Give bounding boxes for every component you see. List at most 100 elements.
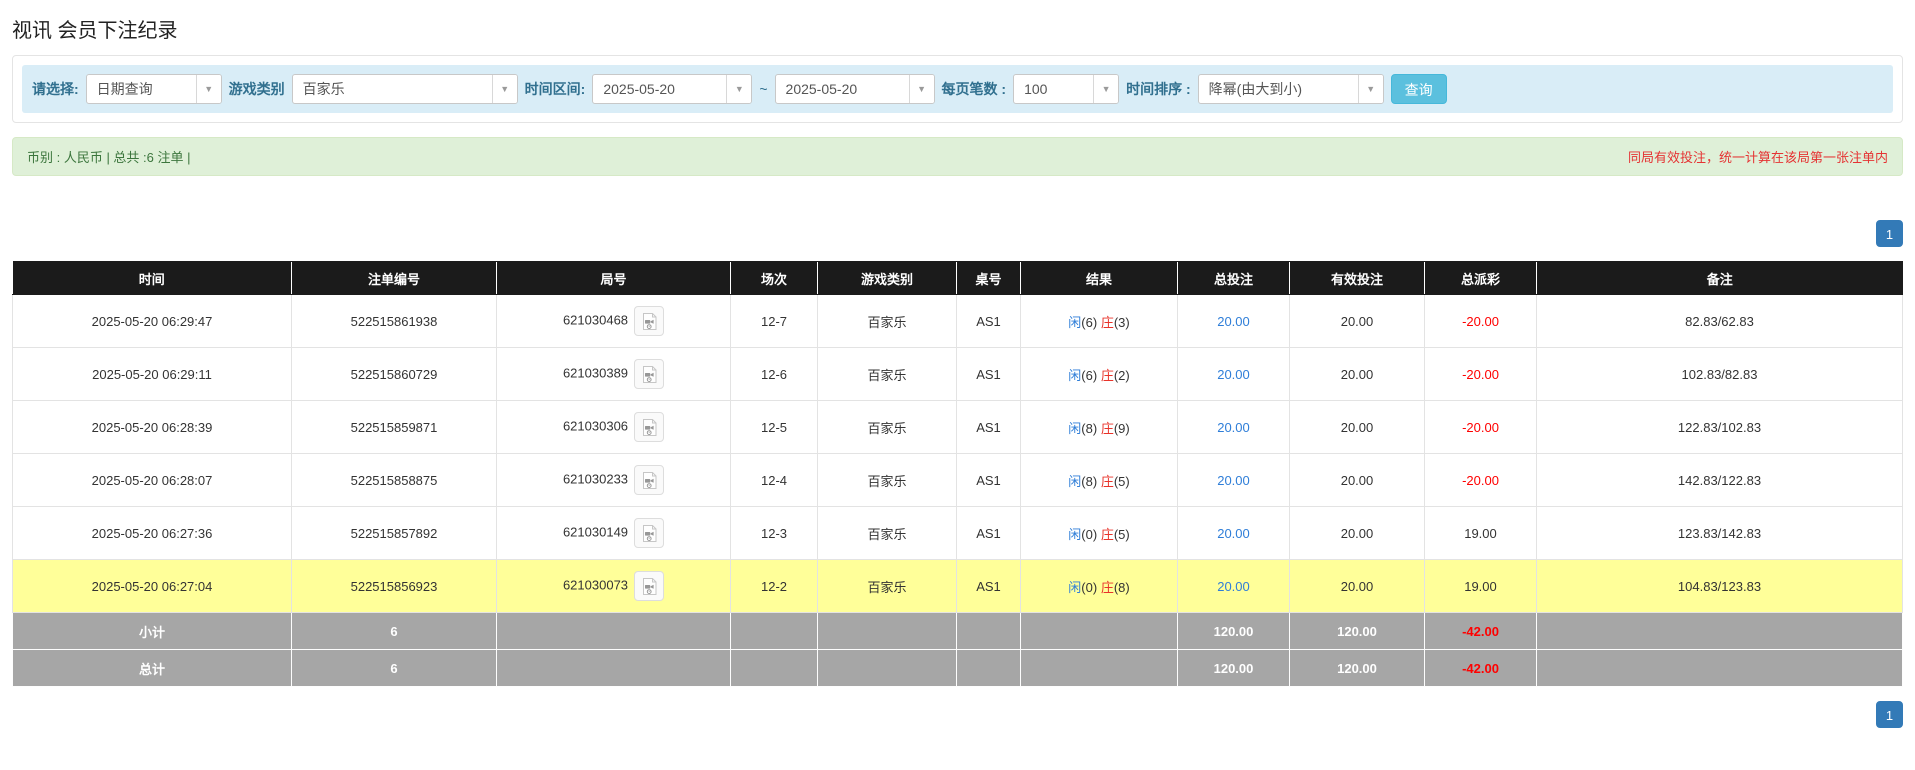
video-replay-button[interactable] bbox=[634, 306, 664, 336]
table-header-row: 时间 注单编号 局号 场次 游戏类别 桌号 结果 总投注 有效投注 总派彩 备注 bbox=[13, 262, 1903, 295]
header-table-no: 桌号 bbox=[957, 262, 1021, 295]
subtotal-label: 小计 bbox=[13, 613, 292, 650]
result-player: 闲 bbox=[1068, 474, 1081, 489]
cell-result: 闲(6) 庄(2) bbox=[1021, 348, 1178, 401]
cell-valid-bet: 20.00 bbox=[1290, 348, 1425, 401]
cell-round-id: 621030306 bbox=[497, 401, 731, 454]
subtotal-count: 6 bbox=[292, 613, 497, 650]
total-bet-link[interactable]: 20.00 bbox=[1217, 473, 1250, 488]
grand-total-label: 总计 bbox=[13, 650, 292, 687]
chevron-down-icon[interactable]: ▼ bbox=[726, 75, 751, 103]
bet-records-table: 时间 注单编号 局号 场次 游戏类别 桌号 结果 总投注 有效投注 总派彩 备注… bbox=[12, 261, 1903, 687]
cell-time: 2025-05-20 06:27:04 bbox=[13, 560, 292, 613]
result-banker: 庄 bbox=[1101, 527, 1114, 542]
date-from-input[interactable]: 2025-05-20 ▼ bbox=[592, 74, 752, 104]
cell-valid-bet: 20.00 bbox=[1290, 295, 1425, 348]
cell-round-id: 621030468 bbox=[497, 295, 731, 348]
grand-total-payout: -42.00 bbox=[1425, 650, 1537, 687]
cell-payout: -20.00 bbox=[1425, 454, 1537, 507]
date-to-input[interactable]: 2025-05-20 ▼ bbox=[775, 74, 935, 104]
cell-bet-id: 522515857892 bbox=[292, 507, 497, 560]
result-banker: 庄 bbox=[1101, 421, 1114, 436]
result-banker: 庄 bbox=[1101, 368, 1114, 383]
chevron-down-icon[interactable]: ▼ bbox=[1093, 75, 1118, 103]
cell-valid-bet: 20.00 bbox=[1290, 454, 1425, 507]
video-replay-button[interactable] bbox=[634, 412, 664, 442]
total-bet-link[interactable]: 20.00 bbox=[1217, 314, 1250, 329]
cell-session: 12-3 bbox=[731, 507, 818, 560]
cell-time: 2025-05-20 06:29:11 bbox=[13, 348, 292, 401]
table-row: 2025-05-20 06:27:04 522515856923 6210300… bbox=[13, 560, 1903, 613]
cell-game-type: 百家乐 bbox=[818, 348, 957, 401]
subtotal-payout: -42.00 bbox=[1425, 613, 1537, 650]
time-range-label: 时间区间: bbox=[525, 79, 586, 99]
cell-game-type: 百家乐 bbox=[818, 507, 957, 560]
cell-remark: 104.83/123.83 bbox=[1537, 560, 1903, 613]
video-replay-button[interactable] bbox=[634, 518, 664, 548]
video-replay-button[interactable] bbox=[634, 359, 664, 389]
table-body: 2025-05-20 06:29:47 522515861938 6210304… bbox=[13, 295, 1903, 613]
chevron-down-icon[interactable]: ▼ bbox=[492, 75, 517, 103]
total-bet-link[interactable]: 20.00 bbox=[1217, 367, 1250, 382]
cell-payout: -20.00 bbox=[1425, 295, 1537, 348]
search-button[interactable]: 查询 bbox=[1391, 74, 1447, 104]
header-remark: 备注 bbox=[1537, 262, 1903, 295]
page-size-select[interactable]: 100 ▼ bbox=[1013, 74, 1119, 104]
chevron-down-icon[interactable]: ▼ bbox=[196, 75, 221, 103]
chevron-down-icon[interactable]: ▼ bbox=[1358, 75, 1383, 103]
header-payout: 总派彩 bbox=[1425, 262, 1537, 295]
subtotal-total-bet: 120.00 bbox=[1178, 613, 1290, 650]
subtotal-valid-bet: 120.00 bbox=[1290, 613, 1425, 650]
cell-session: 12-5 bbox=[731, 401, 818, 454]
cell-remark: 142.83/122.83 bbox=[1537, 454, 1903, 507]
result-player: 闲 bbox=[1068, 368, 1081, 383]
filter-bar: 请选择: 日期查询 ▼ 游戏类别 百家乐 ▼ 时间区间: 2025-05-20 … bbox=[22, 65, 1893, 113]
cell-session: 12-6 bbox=[731, 348, 818, 401]
video-replay-button[interactable] bbox=[634, 465, 664, 495]
cell-payout: -20.00 bbox=[1425, 348, 1537, 401]
cell-total-bet: 20.00 bbox=[1178, 560, 1290, 613]
cell-result: 闲(8) 庄(9) bbox=[1021, 401, 1178, 454]
cell-bet-id: 522515859871 bbox=[292, 401, 497, 454]
cell-game-type: 百家乐 bbox=[818, 295, 957, 348]
cell-bet-id: 522515856923 bbox=[292, 560, 497, 613]
result-player: 闲 bbox=[1068, 315, 1081, 330]
game-type-select[interactable]: 百家乐 ▼ bbox=[292, 74, 518, 104]
cell-table-no: AS1 bbox=[957, 348, 1021, 401]
query-type-label: 请选择: bbox=[32, 79, 79, 99]
page-size-value: 100 bbox=[1014, 75, 1093, 103]
cell-total-bet: 20.00 bbox=[1178, 401, 1290, 454]
cell-table-no: AS1 bbox=[957, 507, 1021, 560]
page-title: 视讯 会员下注纪录 bbox=[12, 14, 1903, 43]
total-bet-link[interactable]: 20.00 bbox=[1217, 420, 1250, 435]
pagination-bottom: 1 bbox=[12, 701, 1903, 728]
cell-game-type: 百家乐 bbox=[818, 560, 957, 613]
cell-bet-id: 522515860729 bbox=[292, 348, 497, 401]
pagination-top: 1 bbox=[12, 220, 1903, 247]
cell-valid-bet: 20.00 bbox=[1290, 507, 1425, 560]
cell-round-id: 621030149 bbox=[497, 507, 731, 560]
cell-game-type: 百家乐 bbox=[818, 454, 957, 507]
cell-payout: 19.00 bbox=[1425, 560, 1537, 613]
page-button-1[interactable]: 1 bbox=[1876, 220, 1903, 247]
cell-session: 12-4 bbox=[731, 454, 818, 507]
cell-result: 闲(0) 庄(5) bbox=[1021, 507, 1178, 560]
cell-payout: 19.00 bbox=[1425, 507, 1537, 560]
video-replay-button[interactable] bbox=[634, 571, 664, 601]
page-button-1[interactable]: 1 bbox=[1876, 701, 1903, 728]
sort-order-select[interactable]: 降幂(由大到小) ▼ bbox=[1198, 74, 1384, 104]
cell-table-no: AS1 bbox=[957, 295, 1021, 348]
cell-session: 12-7 bbox=[731, 295, 818, 348]
chevron-down-icon[interactable]: ▼ bbox=[909, 75, 934, 103]
table-row: 2025-05-20 06:29:11 522515860729 6210303… bbox=[13, 348, 1903, 401]
sort-order-label: 时间排序 : bbox=[1126, 79, 1191, 99]
grand-total-count: 6 bbox=[292, 650, 497, 687]
cell-result: 闲(0) 庄(8) bbox=[1021, 560, 1178, 613]
total-bet-link[interactable]: 20.00 bbox=[1217, 526, 1250, 541]
cell-round-id: 621030389 bbox=[497, 348, 731, 401]
cell-payout: -20.00 bbox=[1425, 401, 1537, 454]
cell-remark: 122.83/102.83 bbox=[1537, 401, 1903, 454]
date-range-tilde: ~ bbox=[759, 81, 767, 97]
total-bet-link[interactable]: 20.00 bbox=[1217, 579, 1250, 594]
query-type-select[interactable]: 日期查询 ▼ bbox=[86, 74, 222, 104]
